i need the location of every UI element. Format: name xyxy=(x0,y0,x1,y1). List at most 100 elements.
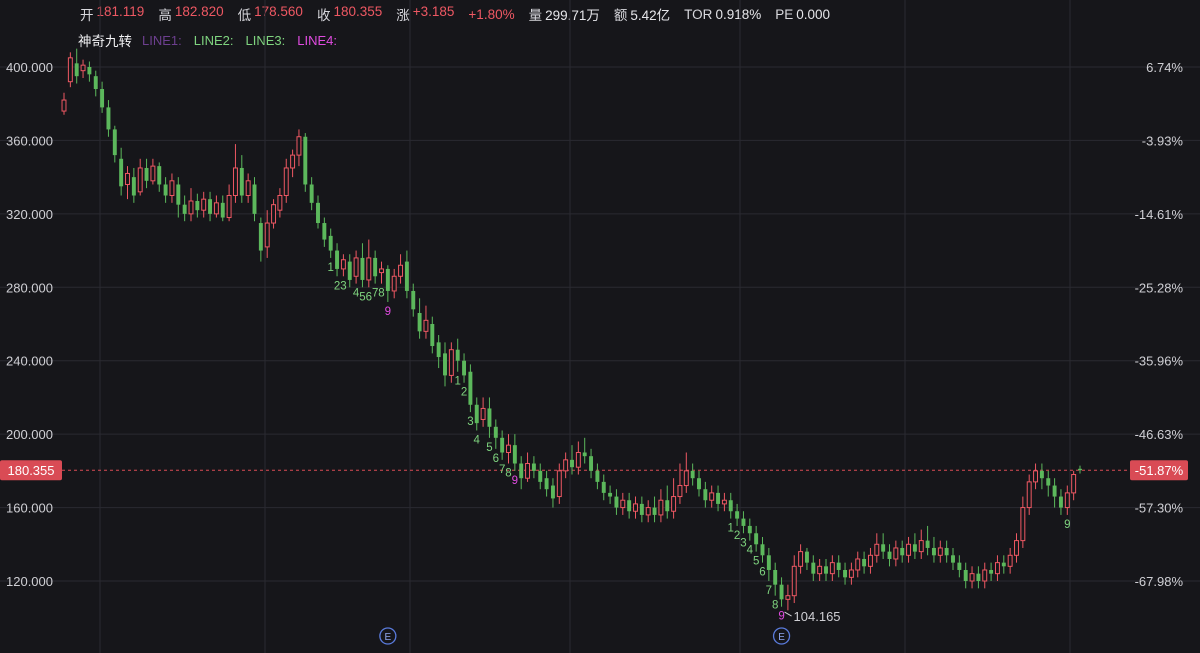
candle xyxy=(417,298,422,339)
candle-body xyxy=(493,426,498,438)
candle-body xyxy=(80,64,86,72)
candle xyxy=(335,243,340,277)
candle xyxy=(112,125,117,163)
candle-body xyxy=(328,235,333,251)
y-tick-left: 360.000 xyxy=(6,133,53,148)
candle xyxy=(1007,547,1013,574)
candle-body xyxy=(944,547,949,556)
td-label: 9 xyxy=(512,475,518,487)
y-tick-right: 6.74% xyxy=(1146,60,1183,75)
candle-body xyxy=(398,264,404,277)
candle-body xyxy=(404,261,409,291)
candle-body xyxy=(690,470,695,479)
candle-body xyxy=(480,407,486,420)
candle xyxy=(779,577,784,607)
candle xyxy=(538,463,543,490)
candle xyxy=(1039,463,1044,490)
candle xyxy=(994,555,1000,581)
candle xyxy=(874,533,880,563)
candle-body xyxy=(239,167,244,196)
candle xyxy=(563,452,569,479)
candle xyxy=(519,456,524,490)
candle xyxy=(1071,470,1077,501)
candle xyxy=(785,584,791,611)
candle-body xyxy=(874,543,880,556)
candle xyxy=(658,489,664,523)
candle-body xyxy=(589,456,594,471)
candle-body xyxy=(893,547,899,560)
candle-body xyxy=(544,478,549,490)
candle xyxy=(944,540,949,563)
candle-body xyxy=(994,562,1000,575)
candle-body xyxy=(633,503,638,512)
candle xyxy=(347,254,352,288)
candle xyxy=(264,210,270,258)
candle-body xyxy=(703,489,708,501)
y-tick-right: -35.96% xyxy=(1135,354,1184,369)
candle xyxy=(462,353,467,383)
candle-body xyxy=(303,136,308,185)
candle-body xyxy=(867,554,873,567)
candlestick-chart[interactable]: 400.000 360.000 320.000 280.000 240.000 200.0… xyxy=(0,0,1200,653)
candle-body xyxy=(119,158,124,187)
candle-body xyxy=(721,499,727,505)
candle xyxy=(989,562,994,581)
candle xyxy=(544,470,549,497)
candle-body xyxy=(918,540,924,553)
candle-body xyxy=(785,595,791,600)
earnings-marker[interactable]: E xyxy=(772,627,791,645)
candle xyxy=(963,562,968,589)
candle xyxy=(316,195,320,229)
candle xyxy=(525,452,531,482)
candle xyxy=(487,397,492,438)
candle-body xyxy=(67,57,73,83)
candle xyxy=(957,555,962,578)
candle-body xyxy=(817,565,823,575)
candle xyxy=(683,452,689,493)
candle-body xyxy=(335,250,340,269)
candle-body xyxy=(93,76,98,90)
td-label: 9 xyxy=(1064,519,1070,531)
candle-body xyxy=(741,518,746,526)
candle-body xyxy=(1007,554,1013,567)
candle xyxy=(912,533,917,559)
candle-body xyxy=(735,511,740,519)
candle-body xyxy=(671,496,677,512)
candle-body xyxy=(182,204,187,214)
candle-body xyxy=(1039,470,1044,479)
candle-body xyxy=(728,500,733,512)
candle-body xyxy=(645,507,651,516)
candle-body xyxy=(925,540,930,548)
candle xyxy=(213,195,219,218)
candle xyxy=(340,254,346,277)
candle-body xyxy=(697,478,701,490)
candle xyxy=(360,243,365,288)
candle xyxy=(811,555,816,581)
earnings-marker[interactable]: E xyxy=(379,627,397,645)
candle xyxy=(500,430,505,460)
candle-body xyxy=(100,89,105,108)
candle-body xyxy=(976,573,981,581)
candle xyxy=(252,177,257,222)
td-label: 2 xyxy=(461,387,467,399)
current-price-label-left: 180.355 xyxy=(8,463,55,478)
candle-body xyxy=(937,547,943,556)
candle xyxy=(1020,496,1026,548)
candle-body xyxy=(150,165,156,182)
candle-body xyxy=(760,544,765,556)
candle-body xyxy=(112,129,117,156)
candle-body xyxy=(1026,481,1032,509)
candle xyxy=(245,173,251,203)
candle xyxy=(824,558,828,581)
candle xyxy=(208,191,213,222)
candle-body xyxy=(525,463,531,479)
y-tick-left: 240.000 xyxy=(6,354,53,369)
candle xyxy=(271,199,277,229)
candle-body xyxy=(1052,485,1057,497)
candle xyxy=(639,496,644,523)
candle xyxy=(887,544,892,567)
candle-body xyxy=(855,558,861,571)
td-label: 6 xyxy=(759,567,765,579)
candle-body xyxy=(963,569,968,581)
candle xyxy=(982,562,988,589)
